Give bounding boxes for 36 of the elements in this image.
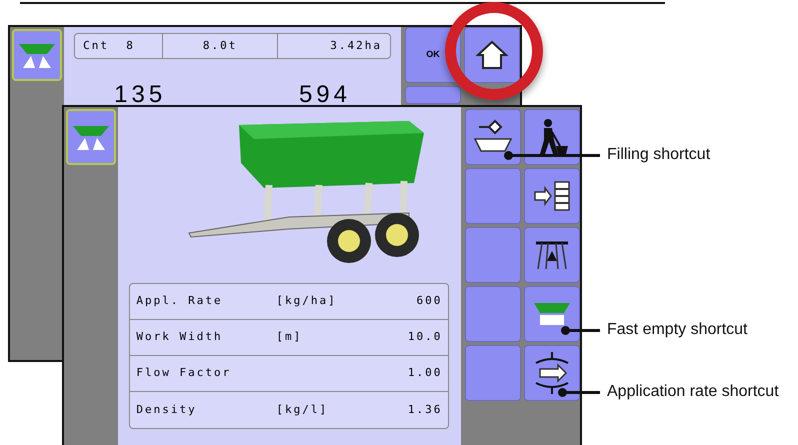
parameter-label: Density [136,402,198,418]
parameter-value: 1.00 [406,365,442,382]
callout-label: Application rate shortcut [607,382,779,402]
callout-label: Filling shortcut [607,145,710,165]
parameter-label: Flow Factor [136,365,232,382]
parameter-row[interactable]: Flow Factor 1.00 [130,356,448,392]
parameter-row[interactable]: Work Width [m] 10.0 [130,320,448,356]
home-button[interactable] [464,27,520,83]
home-icon [474,38,510,72]
arrow-list-icon [533,180,571,212]
parameter-value: 1.36 [406,402,442,418]
callout-label: Fast empty shortcut [607,320,748,340]
spreader-mode-button[interactable] [66,109,116,165]
parameter-label: Work Width [136,329,224,346]
filling-icon [471,119,515,155]
parameter-value: 10.0 [406,329,442,346]
parameter-row[interactable]: Appl. Rate [kg/ha] 600 [130,284,448,320]
spreader-mode-button[interactable] [12,29,62,81]
parameter-row[interactable]: Density [kg/l] 1.36 [130,392,448,428]
filling-button[interactable] [465,109,521,165]
shortcut-button[interactable] [524,286,580,342]
hopper-icon [532,301,572,327]
parameter-unit: [kg/l] [276,402,330,418]
info-value: 8.0t [163,34,278,58]
shortcut-button[interactable] [524,168,580,224]
reading-value: 594 [298,80,351,110]
shortcut-button[interactable] [524,345,580,401]
parameter-unit: [kg/ha] [276,293,338,310]
info-value: 3.42ha [329,38,383,54]
parameter-value: 600 [416,293,442,310]
shortcut-button[interactable] [524,227,580,283]
info-value: Cnt 8 [75,34,164,58]
reading-value: 135 [114,80,166,110]
parameter-unit: [m] [276,329,304,346]
parameter-label: Appl. Rate [136,293,224,310]
shortcut-button[interactable] [524,109,580,165]
